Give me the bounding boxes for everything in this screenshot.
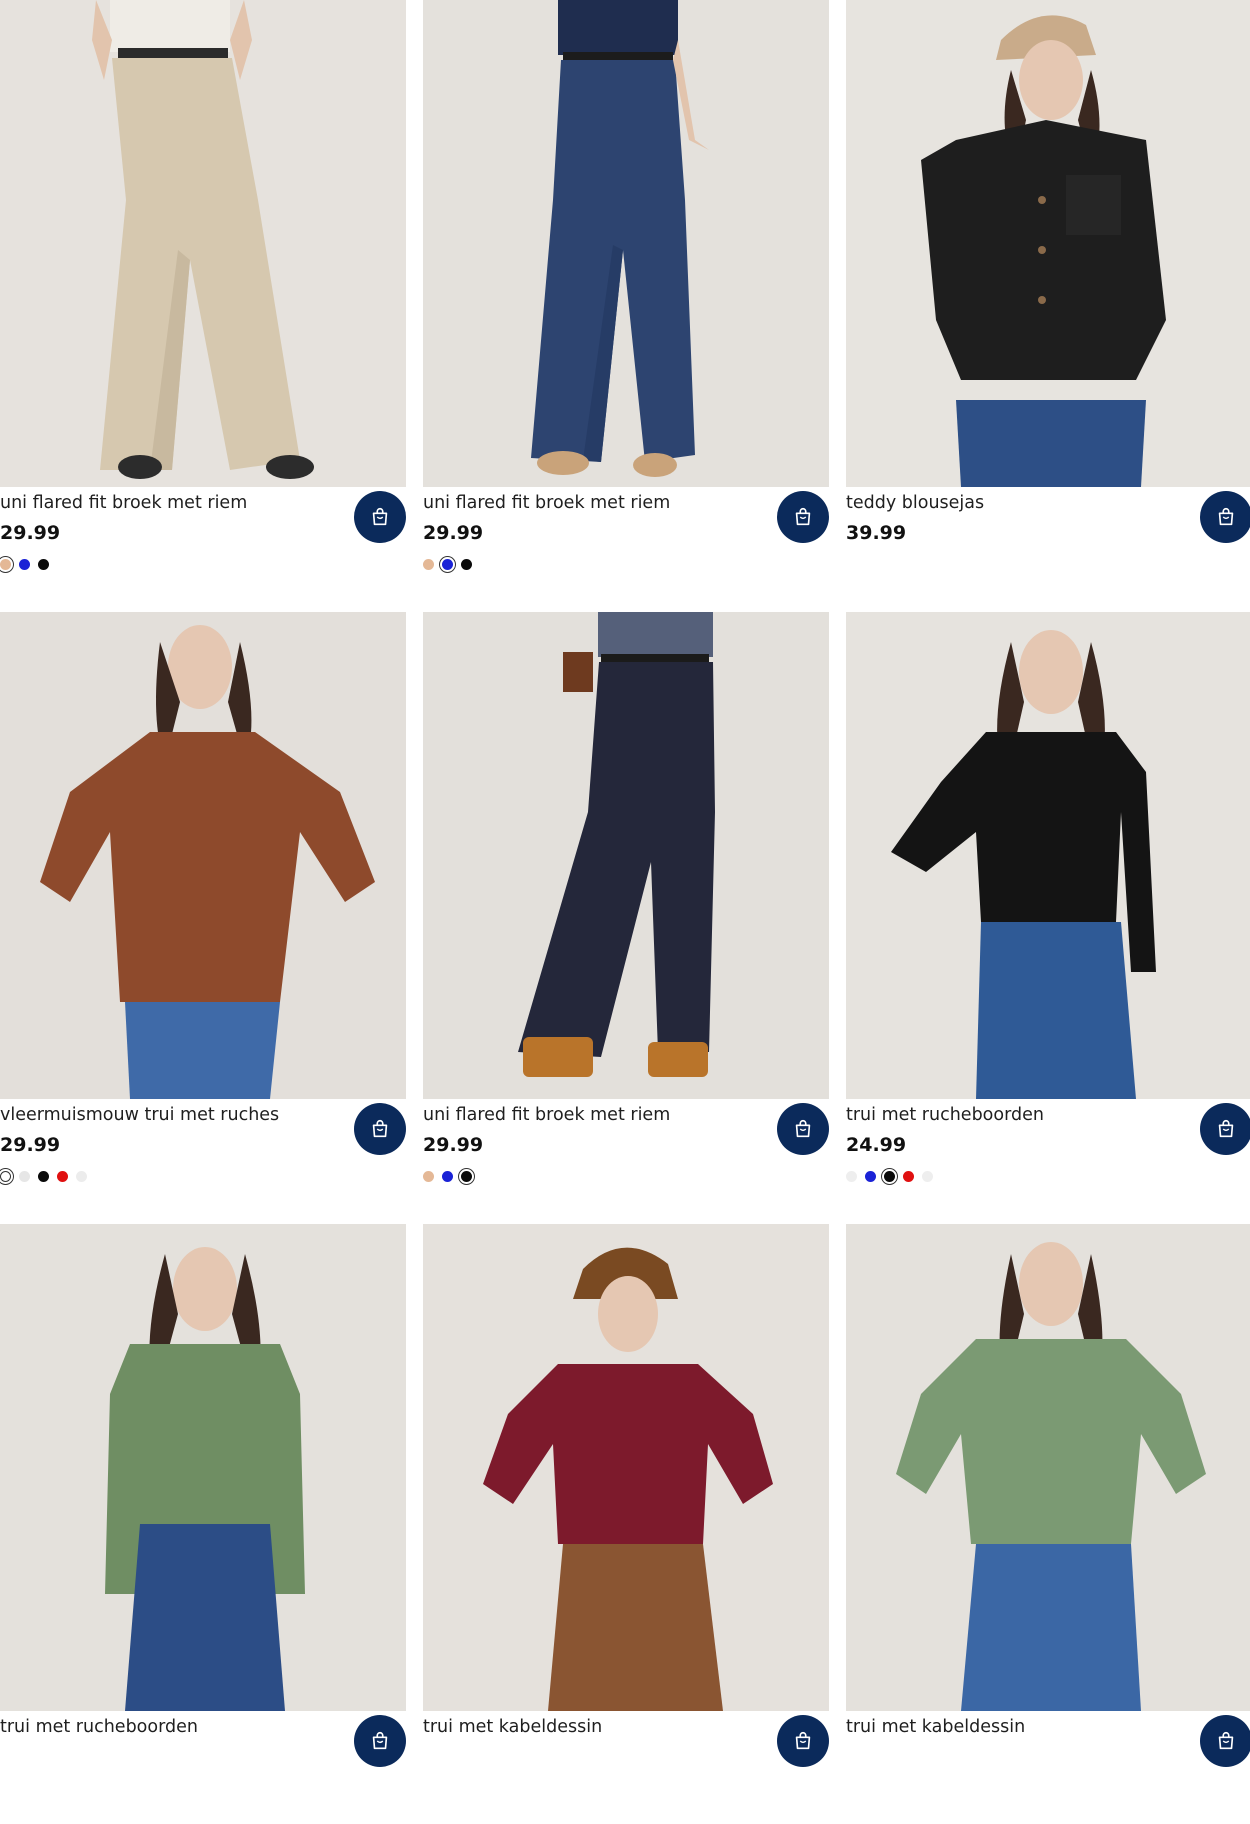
shopping-bag-icon xyxy=(795,1119,811,1138)
product-name[interactable]: teddy blousejas xyxy=(846,491,1186,515)
shopping-bag-icon xyxy=(795,1731,811,1750)
color-swatch[interactable] xyxy=(76,1170,87,1182)
shopping-bag-icon xyxy=(372,507,388,526)
product-photo-black-sweater xyxy=(846,612,1250,1099)
color-swatches xyxy=(0,1168,95,1184)
product-photo-rust-sweater xyxy=(0,612,406,1099)
color-swatch[interactable] xyxy=(846,1170,857,1182)
add-to-cart-button[interactable] xyxy=(354,1715,406,1767)
product-card: uni flared fit broek met riem 29.99 xyxy=(0,0,406,600)
product-image[interactable] xyxy=(423,1224,829,1711)
add-to-cart-button[interactable] xyxy=(1200,1715,1250,1767)
color-swatch[interactable] xyxy=(19,1170,30,1182)
product-card: trui met kabeldessin xyxy=(423,1224,829,1824)
add-to-cart-button[interactable] xyxy=(354,1103,406,1155)
product-card: trui met rucheboorden 24.99 xyxy=(846,612,1250,1212)
color-swatches xyxy=(423,1168,480,1184)
product-name[interactable]: uni flared fit broek met riem xyxy=(423,491,763,515)
product-name[interactable]: vleermuismouw trui met ruches xyxy=(0,1103,340,1127)
product-photo-green-ruffle-sweater xyxy=(0,1224,406,1711)
product-image[interactable] xyxy=(423,612,829,1099)
product-photo-green-cable-sweater xyxy=(846,1224,1250,1711)
product-photo-navy-trousers xyxy=(423,0,829,487)
color-swatch[interactable] xyxy=(461,558,472,570)
product-price: 29.99 xyxy=(423,1134,484,1156)
add-to-cart-button[interactable] xyxy=(1200,1103,1250,1155)
product-price: 29.99 xyxy=(0,522,61,544)
shopping-bag-icon xyxy=(1218,1119,1234,1138)
product-name[interactable]: uni flared fit broek met riem xyxy=(0,491,340,515)
add-to-cart-button[interactable] xyxy=(777,491,829,543)
color-swatch[interactable] xyxy=(38,558,49,570)
product-image[interactable] xyxy=(423,0,829,487)
shopping-bag-icon xyxy=(372,1731,388,1750)
product-photo-teddy-jacket xyxy=(846,0,1250,487)
add-to-cart-button[interactable] xyxy=(354,491,406,543)
product-price: 29.99 xyxy=(0,1134,61,1156)
color-swatch[interactable] xyxy=(884,1170,895,1182)
product-card: teddy blousejas 39.99 xyxy=(846,0,1250,600)
shopping-bag-icon xyxy=(1218,507,1234,526)
add-to-cart-button[interactable] xyxy=(1200,491,1250,543)
shopping-bag-icon xyxy=(1218,1731,1234,1750)
product-image[interactable] xyxy=(846,1224,1250,1711)
shopping-bag-icon xyxy=(795,507,811,526)
product-photo-black-trousers xyxy=(423,612,829,1099)
product-card: vleermuismouw trui met ruches 29.99 xyxy=(0,612,406,1212)
color-swatch[interactable] xyxy=(38,1170,49,1182)
add-to-cart-button[interactable] xyxy=(777,1715,829,1767)
product-name[interactable]: trui met kabeldessin xyxy=(423,1715,763,1739)
product-photo-beige-trousers xyxy=(0,0,406,487)
color-swatches xyxy=(423,556,480,572)
product-price: 29.99 xyxy=(423,522,484,544)
color-swatch[interactable] xyxy=(442,558,453,570)
color-swatch[interactable] xyxy=(57,1170,68,1182)
color-swatches xyxy=(0,556,57,572)
product-name[interactable]: uni flared fit broek met riem xyxy=(423,1103,763,1127)
add-to-cart-button[interactable] xyxy=(777,1103,829,1155)
product-image[interactable] xyxy=(846,0,1250,487)
color-swatch[interactable] xyxy=(461,1170,472,1182)
product-price: 39.99 xyxy=(846,522,907,544)
product-card: trui met rucheboorden xyxy=(0,1224,406,1824)
color-swatch[interactable] xyxy=(865,1170,876,1182)
color-swatch[interactable] xyxy=(0,558,11,570)
shopping-bag-icon xyxy=(372,1119,388,1138)
product-name[interactable]: trui met rucheboorden xyxy=(846,1103,1186,1127)
product-card: trui met kabeldessin xyxy=(846,1224,1250,1824)
color-swatch[interactable] xyxy=(423,1170,434,1182)
color-swatch[interactable] xyxy=(922,1170,933,1182)
product-image[interactable] xyxy=(846,612,1250,1099)
product-name[interactable]: trui met rucheboorden xyxy=(0,1715,340,1739)
product-photo-burgundy-sweater xyxy=(423,1224,829,1711)
product-card: uni flared fit broek met riem 29.99 xyxy=(423,612,829,1212)
color-swatch[interactable] xyxy=(19,558,30,570)
product-card: uni flared fit broek met riem 29.99 xyxy=(423,0,829,600)
color-swatch[interactable] xyxy=(442,1170,453,1182)
color-swatch[interactable] xyxy=(423,558,434,570)
product-name[interactable]: trui met kabeldessin xyxy=(846,1715,1186,1739)
product-price: 24.99 xyxy=(846,1134,907,1156)
product-image[interactable] xyxy=(0,612,406,1099)
color-swatch[interactable] xyxy=(0,1170,11,1182)
color-swatch[interactable] xyxy=(903,1170,914,1182)
color-swatches xyxy=(846,1168,941,1184)
product-image[interactable] xyxy=(0,0,406,487)
product-image[interactable] xyxy=(0,1224,406,1711)
